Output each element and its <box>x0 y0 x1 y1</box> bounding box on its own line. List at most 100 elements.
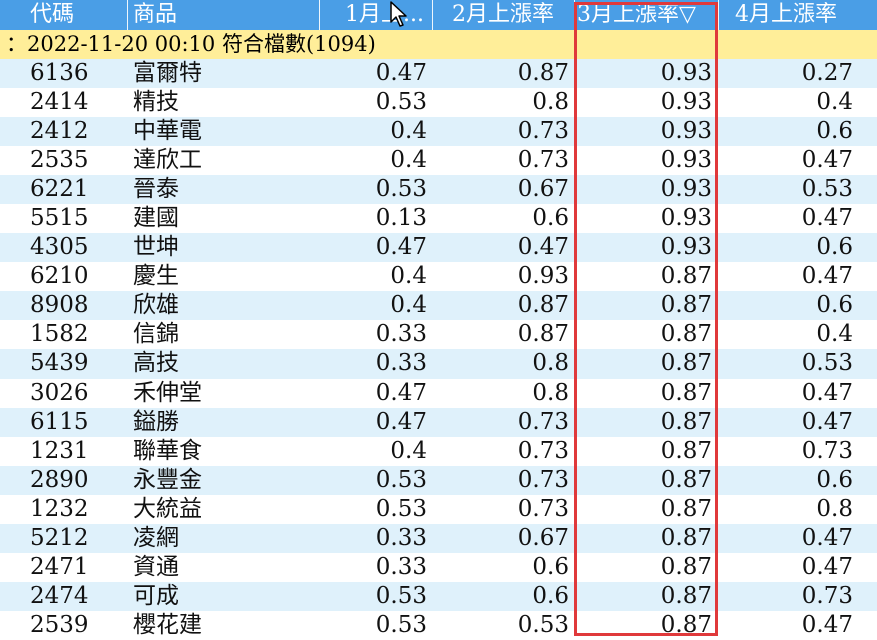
table-row[interactable]: 2414 精技 0.53 0.8 0.93 0.4 <box>0 88 877 118</box>
stock-name-cell: 資通 <box>133 553 179 580</box>
stock-code-cell: 2890 <box>30 466 89 493</box>
table-row[interactable]: 5439 高技 0.33 0.8 0.87 0.53 <box>0 349 877 379</box>
table-row[interactable]: 2474 可成 0.53 0.6 0.87 0.73 <box>0 581 877 611</box>
mouse-pointer-icon <box>390 1 407 27</box>
table-row[interactable]: 5515 建國 0.13 0.6 0.93 0.47 <box>0 204 877 234</box>
month1-rate-cell: 0.47 <box>375 408 427 435</box>
table-row[interactable]: 8908 欣雄 0.4 0.87 0.87 0.6 <box>0 291 877 321</box>
month1-rate-cell: 0.53 <box>375 176 427 203</box>
stock-code-cell: 2412 <box>30 118 89 145</box>
column-divider[interactable] <box>718 0 719 30</box>
month2-rate-cell: 0.73 <box>517 118 569 145</box>
stock-name-cell: 精技 <box>133 89 179 116</box>
month1-rate-cell: 0.53 <box>375 495 427 522</box>
column-header-month2[interactable]: 2月上漲率 <box>452 0 572 30</box>
month3-rate-cell: 0.87 <box>660 437 712 464</box>
month1-rate-cell: 0.53 <box>375 582 427 609</box>
month2-rate-cell: 0.73 <box>517 437 569 464</box>
month1-rate-cell: 0.4 <box>390 437 427 464</box>
stock-code-cell: 5212 <box>30 524 89 551</box>
table-row[interactable]: 1582 信錦 0.33 0.87 0.87 0.4 <box>0 320 877 350</box>
stock-code-cell: 6221 <box>30 176 89 203</box>
stock-name-cell: 世坤 <box>133 234 179 261</box>
table-row[interactable]: 5212 凌網 0.33 0.67 0.87 0.47 <box>0 523 877 553</box>
month2-rate-cell: 0.87 <box>517 321 569 348</box>
column-divider[interactable] <box>319 0 320 30</box>
table-row[interactable]: 6221 晉泰 0.53 0.67 0.93 0.53 <box>0 175 877 205</box>
table-row[interactable]: 1231 聯華食 0.4 0.73 0.87 0.73 <box>0 436 877 466</box>
stock-code-cell: 6210 <box>30 263 89 290</box>
month3-rate-cell: 0.93 <box>660 205 712 232</box>
table-row[interactable]: 2890 永豐金 0.53 0.73 0.87 0.6 <box>0 465 877 495</box>
table-row[interactable]: 3026 禾伸堂 0.47 0.8 0.87 0.47 <box>0 378 877 408</box>
table-row[interactable]: 2412 中華電 0.4 0.73 0.93 0.6 <box>0 117 877 147</box>
stock-code-cell: 3026 <box>30 379 89 406</box>
stock-name-cell: 信錦 <box>133 321 179 348</box>
month4-rate-cell: 0.47 <box>801 147 853 174</box>
month1-rate-cell: 0.47 <box>375 379 427 406</box>
stock-code-cell: 1232 <box>30 495 89 522</box>
month2-rate-cell: 0.73 <box>517 495 569 522</box>
month4-rate-cell: 0.6 <box>816 234 853 261</box>
month3-rate-cell: 0.93 <box>660 147 712 174</box>
table-row[interactable]: 6210 慶生 0.4 0.93 0.87 0.47 <box>0 262 877 292</box>
stock-name-cell: 永豐金 <box>133 466 202 493</box>
month2-rate-cell: 0.47 <box>517 234 569 261</box>
month3-rate-cell: 0.87 <box>660 524 712 551</box>
month1-rate-cell: 0.33 <box>375 524 427 551</box>
stock-name-cell: 建國 <box>133 205 179 232</box>
month4-rate-cell: 0.53 <box>801 176 853 203</box>
month1-rate-cell: 0.47 <box>375 234 427 261</box>
column-header-month4[interactable]: 4月上漲率 <box>735 0 860 30</box>
stock-name-cell: 達欣工 <box>133 147 202 174</box>
table-row[interactable]: 2471 資通 0.33 0.6 0.87 0.47 <box>0 552 877 582</box>
stock-name-cell: 可成 <box>133 582 179 609</box>
month3-rate-cell: 0.87 <box>660 379 712 406</box>
month3-rate-cell: 0.87 <box>660 466 712 493</box>
month2-rate-cell: 0.67 <box>517 176 569 203</box>
month1-rate-cell: 0.53 <box>375 466 427 493</box>
month4-rate-cell: 0.4 <box>816 321 853 348</box>
month4-rate-cell: 0.27 <box>801 60 853 86</box>
month4-rate-cell: 0.8 <box>816 495 853 522</box>
column-header-month3-sorted[interactable]: 3月上漲率▽ <box>577 0 717 30</box>
month3-rate-cell: 0.87 <box>660 263 712 290</box>
stock-name-cell: 慶生 <box>133 263 179 290</box>
month2-rate-cell: 0.73 <box>517 408 569 435</box>
table-row[interactable]: 2539 櫻花建 0.53 0.53 0.87 0.47 <box>0 610 877 640</box>
month4-rate-cell: 0.6 <box>816 118 853 145</box>
column-divider[interactable] <box>127 0 128 30</box>
month3-rate-cell: 0.87 <box>660 408 712 435</box>
stock-name-cell: 富爾特 <box>133 60 202 86</box>
column-divider[interactable] <box>574 0 575 30</box>
stock-name-cell: 欣雄 <box>133 292 179 319</box>
month3-rate-cell: 0.87 <box>660 292 712 319</box>
table-row[interactable]: 6115 鎰勝 0.47 0.73 0.87 0.47 <box>0 407 877 437</box>
stock-name-cell: 高技 <box>133 350 179 377</box>
column-header-code[interactable]: 代碼 <box>30 0 125 30</box>
month4-rate-cell: 0.53 <box>801 350 853 377</box>
month2-rate-cell: 0.8 <box>532 379 569 406</box>
month2-rate-cell: 0.6 <box>532 582 569 609</box>
month2-rate-cell: 0.73 <box>517 147 569 174</box>
month4-rate-cell: 0.47 <box>801 205 853 232</box>
month2-rate-cell: 0.87 <box>517 292 569 319</box>
stock-name-cell: 中華電 <box>133 118 202 145</box>
stock-code-cell: 1231 <box>30 437 89 464</box>
month1-rate-cell: 0.4 <box>390 147 427 174</box>
table-row[interactable]: 1232 大統益 0.53 0.73 0.87 0.8 <box>0 494 877 524</box>
month1-rate-cell: 0.4 <box>390 263 427 290</box>
table-row[interactable]: 4305 世坤 0.47 0.47 0.93 0.6 <box>0 233 877 263</box>
column-header-name[interactable]: 商品 <box>133 0 313 30</box>
stock-name-cell: 櫻花建 <box>133 611 202 638</box>
stock-name-cell: 鎰勝 <box>133 408 179 435</box>
month4-rate-cell: 0.6 <box>816 292 853 319</box>
stock-code-cell: 2474 <box>30 582 89 609</box>
table-header: 代碼 商品 1月上... 2月上漲率 3月上漲率▽ 4月上漲率 <box>0 0 877 30</box>
table-row[interactable]: 6136 富爾特 0.47 0.87 0.93 0.27 <box>0 59 877 89</box>
table-row[interactable]: 2535 達欣工 0.4 0.73 0.93 0.47 <box>0 146 877 176</box>
month1-rate-cell: 0.13 <box>375 205 427 232</box>
month4-rate-cell: 0.73 <box>801 437 853 464</box>
column-divider[interactable] <box>432 0 433 30</box>
month1-rate-cell: 0.4 <box>390 118 427 145</box>
